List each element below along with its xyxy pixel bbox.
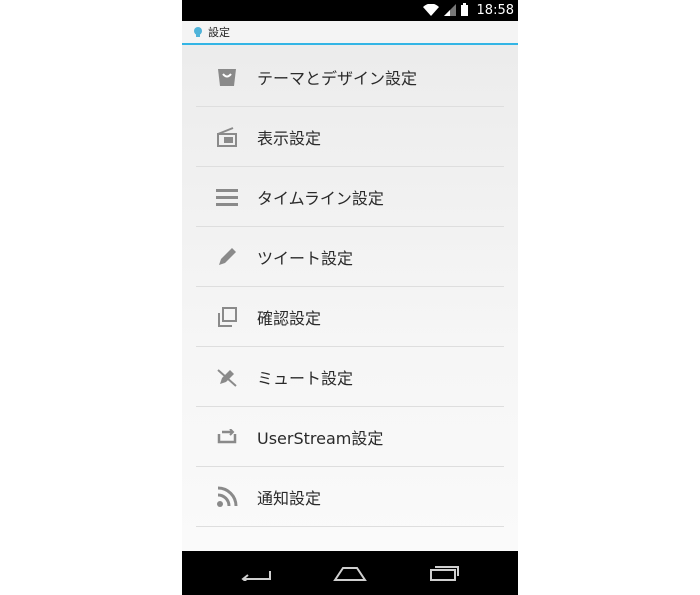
settings-list: テーマとデザイン設定 表示設定 タイムライン設定 ツイート設定 確認設定 ミュー…	[182, 47, 518, 551]
settings-item-label: UserStream設定	[257, 428, 384, 448]
rss-icon	[213, 483, 241, 511]
settings-item-label: ツイート設定	[257, 248, 354, 268]
copy-icon	[213, 303, 241, 331]
settings-item-notification[interactable]: 通知設定	[196, 467, 504, 527]
phone-screen: 18:58 設定 テーマとデザイン設定 表示設定 タイムライン設定 ツイート設定…	[182, 0, 518, 595]
status-time: 18:58	[476, 3, 514, 18]
home-icon[interactable]	[330, 561, 370, 585]
settings-item-label: タイムライン設定	[257, 188, 384, 208]
action-bar: 設定	[182, 21, 518, 45]
signal-icon	[443, 1, 456, 20]
partial-icon	[213, 543, 241, 551]
settings-item-userstream[interactable]: UserStream設定	[196, 407, 504, 467]
shopping-bag-icon	[213, 63, 241, 91]
status-bar: 18:58	[182, 0, 518, 21]
pencil-icon	[213, 243, 241, 271]
settings-item-confirm[interactable]: 確認設定	[196, 287, 504, 347]
mute-icon	[213, 363, 241, 391]
menu-lines-icon	[213, 183, 241, 211]
stream-icon	[213, 423, 241, 451]
battery-icon	[460, 1, 468, 20]
recents-icon[interactable]	[424, 561, 464, 585]
settings-item-label: 確認設定	[257, 308, 322, 328]
settings-item-label: ミュート設定	[257, 368, 354, 388]
wifi-icon	[422, 1, 439, 20]
settings-item-label: 通知設定	[257, 488, 322, 508]
settings-item-display[interactable]: 表示設定	[196, 107, 504, 167]
settings-item-tweet[interactable]: ツイート設定	[196, 227, 504, 287]
navigation-bar	[182, 551, 518, 595]
settings-item-timeline[interactable]: タイムライン設定	[196, 167, 504, 227]
display-icon	[213, 123, 241, 151]
back-icon[interactable]	[236, 561, 276, 585]
settings-item-theme-design[interactable]: テーマとデザイン設定	[196, 47, 504, 107]
page-title: 設定	[208, 26, 230, 39]
settings-item-label: テーマとデザイン設定	[257, 68, 418, 88]
app-icon[interactable]	[192, 23, 204, 42]
settings-item-mute[interactable]: ミュート設定	[196, 347, 504, 407]
settings-item-label: 表示設定	[257, 128, 322, 148]
settings-item-partial[interactable]	[196, 527, 504, 551]
